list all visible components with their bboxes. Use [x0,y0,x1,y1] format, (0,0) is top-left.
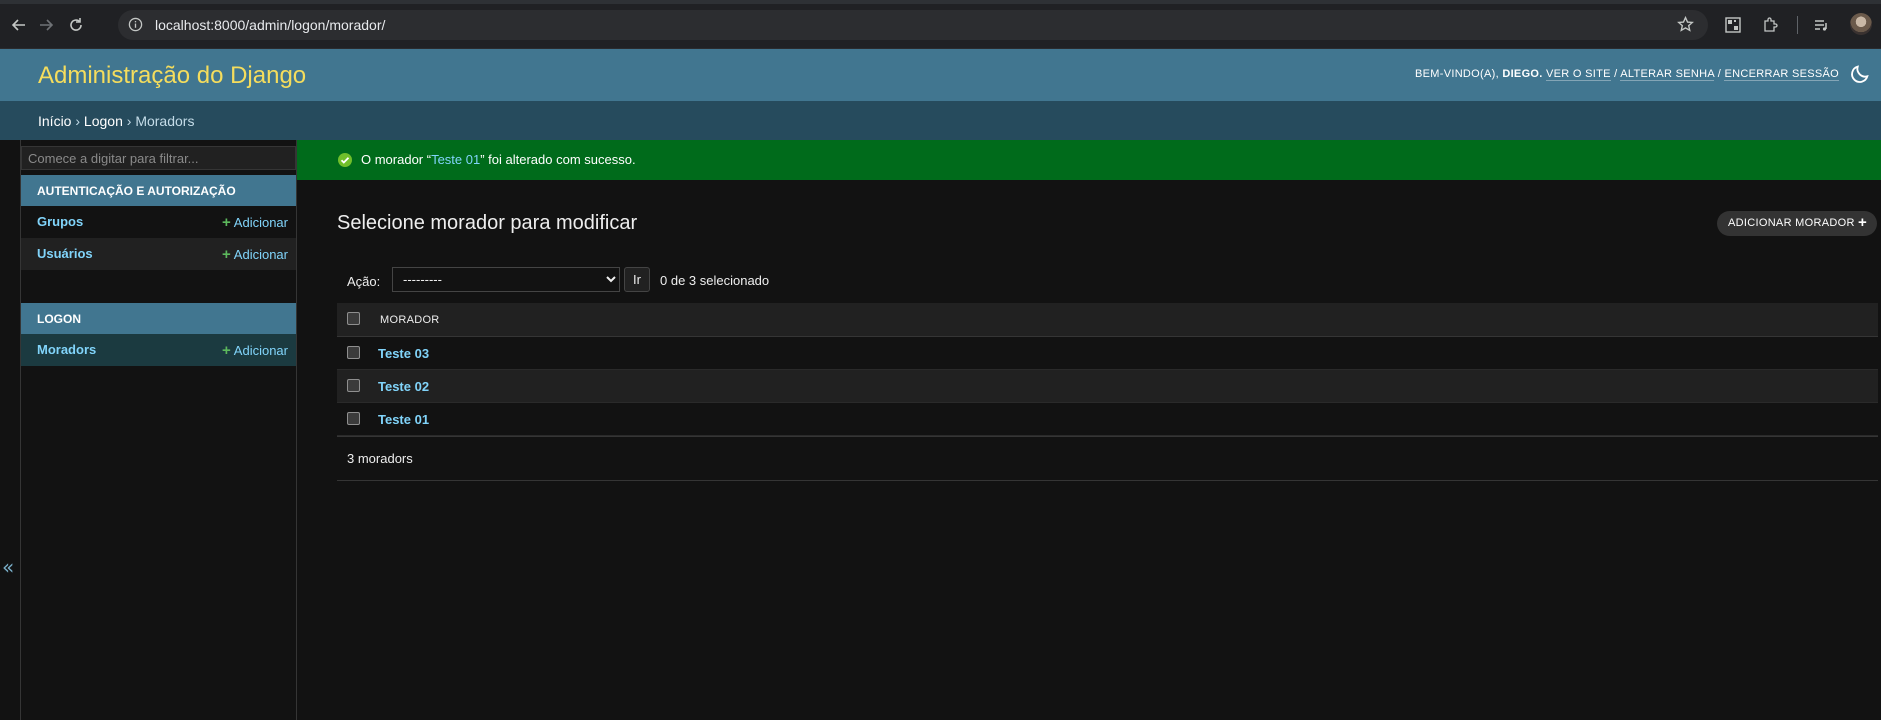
site-info-icon[interactable] [128,17,143,36]
add-usuario-link[interactable]: + Adicionar [222,246,288,263]
sidebar-filter-input[interactable] [21,146,296,170]
user-tools-separator: / [1614,68,1618,80]
tab-strip-edge [0,0,1881,4]
address-bar[interactable]: localhost:8000/admin/logon/morador/ [118,10,1708,40]
success-text: O morador “Teste 01” foi alterado com su… [361,152,636,167]
sidebar-collapse-button[interactable]: « [2,555,14,579]
user-tools-separator: / [1717,68,1722,80]
paginator: 3 moradors [337,436,1878,481]
change-password-link[interactable]: ALTERAR SENHA [1620,68,1715,81]
message-prefix: O morador “ [361,152,432,167]
breadcrumb-app[interactable]: Logon [84,113,123,129]
success-message: O morador “Teste 01” foi alterado com su… [297,140,1881,180]
breadcrumb: Início › Logon › Moradors [0,101,1881,140]
username: DIEGO. [1502,68,1543,80]
add-label: Adicionar [233,247,288,262]
add-morador-button[interactable]: ADICIONAR MORADOR + [1717,211,1877,236]
row-link[interactable]: Teste 02 [378,379,429,394]
forward-icon[interactable] [33,12,59,38]
add-morador-link[interactable]: + Adicionar [222,342,288,359]
plus-icon: + [1857,214,1867,231]
logout-link[interactable]: ENCERRAR SESSÃO [1724,68,1839,81]
select-all-checkbox[interactable] [347,312,360,325]
action-label: Ação: [347,274,381,289]
sidebar-item-grupos: Grupos + Adicionar [21,206,296,238]
bookmark-star-icon[interactable] [1677,15,1694,37]
sidebar-divider [296,140,297,720]
plus-icon: + [222,246,231,263]
row-checkbox[interactable] [347,379,360,392]
site-header: Administração do Django BEM-VINDO(A), DI… [0,49,1881,101]
sidebar-item-label[interactable]: Grupos [37,214,83,229]
message-suffix: ” foi alterado com sucesso. [480,152,636,167]
breadcrumb-separator: › [126,113,132,129]
module-caption-auth[interactable]: AUTENTICAÇÃO E AUTORIZAÇÃO [21,175,296,206]
user-tools: BEM-VINDO(A), DIEGO. VER O SITE / ALTERA… [1415,68,1839,81]
add-label: Adicionar [233,343,288,358]
qr-code-icon[interactable] [1720,12,1746,38]
add-grupo-link[interactable]: + Adicionar [222,214,288,231]
changed-object-link[interactable]: Teste 01 [431,152,480,167]
action-select[interactable]: --------- [392,267,620,292]
sidebar-item-label[interactable]: Usuários [37,246,93,261]
table-row: Teste 02 [337,370,1878,403]
site-brand[interactable]: Administração do Django [38,62,306,90]
table-header: MORADOR [337,303,1878,337]
plus-icon: + [222,342,231,359]
extensions-icon[interactable] [1757,12,1783,38]
row-link[interactable]: Teste 01 [378,412,429,427]
breadcrumb-current: Moradors [135,113,195,129]
column-header-morador[interactable]: MORADOR [380,314,440,326]
theme-toggle-moon-icon[interactable] [1849,63,1871,85]
media-controls-icon[interactable] [1808,12,1834,38]
go-button[interactable]: Ir [624,267,650,292]
browser-toolbar: localhost:8000/admin/logon/morador/ [0,0,1881,49]
welcome-text: BEM-VINDO(A), [1415,68,1499,80]
table-row: Teste 01 [337,403,1878,436]
page-title: Selecione morador para modificar [337,212,638,234]
view-site-link[interactable]: VER O SITE [1546,68,1611,81]
success-check-icon [338,153,352,167]
selection-counter: 0 de 3 selecionado [660,273,770,288]
row-link[interactable]: Teste 03 [378,346,429,361]
add-button-label: ADICIONAR MORADOR [1728,217,1855,229]
profile-avatar[interactable] [1850,13,1872,35]
back-icon[interactable] [6,12,32,38]
row-checkbox[interactable] [347,346,360,359]
breadcrumb-separator: › [75,113,81,129]
plus-icon: + [222,214,231,231]
reload-icon[interactable] [63,12,89,38]
sidebar-item-usuarios: Usuários + Adicionar [21,238,296,270]
sidebar-item-moradors: Moradors + Adicionar [21,334,296,366]
add-label: Adicionar [233,215,288,230]
row-checkbox[interactable] [347,412,360,425]
toolbar-divider [1797,16,1798,34]
breadcrumb-home[interactable]: Início [38,113,71,129]
table-row: Teste 03 [337,337,1878,370]
module-caption-logon[interactable]: LOGON [21,303,296,334]
sidebar-item-label[interactable]: Moradors [37,342,96,357]
url-text[interactable]: localhost:8000/admin/logon/morador/ [155,17,385,33]
